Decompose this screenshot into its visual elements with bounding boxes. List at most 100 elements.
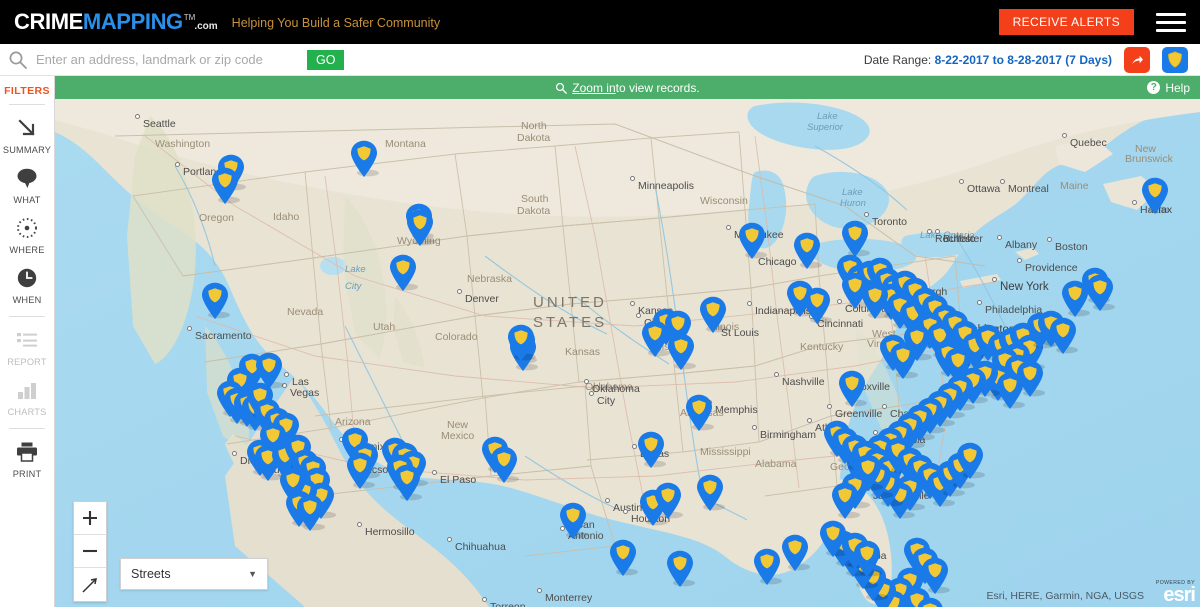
app-header: CRIME MAPPING TM .com Helping You Build a S… [0, 0, 1200, 44]
map-pin-marker[interactable] [792, 232, 822, 270]
map-pin-marker[interactable] [558, 502, 588, 540]
map-city-dot [807, 418, 812, 423]
sidebar-item-summary[interactable]: SUMMARY [0, 109, 55, 159]
basemap-selector[interactable]: Streets ▼ [120, 558, 268, 590]
map-pin-marker[interactable] [955, 442, 985, 480]
sidebar-item-charts[interactable]: CHARTS [0, 371, 55, 421]
map-city-dot [774, 372, 779, 377]
map-pin-marker[interactable] [665, 550, 695, 588]
map-city-dot [482, 597, 487, 602]
map-pin-marker[interactable] [852, 540, 882, 578]
share-button[interactable] [1124, 46, 1150, 73]
chevron-down-icon: ▼ [248, 569, 257, 579]
date-range-value[interactable]: 8-22-2017 to 8-28-2017 (7 Days) [935, 53, 1112, 67]
search-input[interactable] [36, 52, 306, 67]
hamburger-menu-icon[interactable] [1156, 12, 1186, 32]
map-pin-marker[interactable] [653, 482, 683, 520]
zoom-in-link[interactable]: Zoom in [572, 81, 615, 95]
esri-logo: POWERED BY esri [1156, 580, 1196, 605]
map-pin-marker[interactable] [1085, 274, 1115, 312]
plus-icon [83, 511, 97, 525]
map-pin-marker[interactable] [695, 474, 725, 512]
map-pin-marker[interactable] [405, 209, 435, 247]
map-pin-marker[interactable] [349, 140, 379, 178]
map-pin-marker[interactable] [210, 167, 240, 205]
map-city-dot [584, 379, 589, 384]
map-city-dot [284, 372, 289, 377]
sidebar-item-when[interactable]: WHEN [0, 259, 55, 309]
map-pin-marker[interactable] [698, 296, 728, 334]
sidebar-item-print[interactable]: PRINT [0, 433, 55, 483]
map-city-dot [589, 391, 594, 396]
map-pin-marker[interactable] [780, 534, 810, 572]
map-pin-marker[interactable] [830, 482, 860, 520]
map-pin-marker[interactable] [802, 287, 832, 325]
map-viewport[interactable]: Seattle Washington Portland Oregon Idaho Mont… [55, 76, 1200, 607]
map-city-dot [827, 404, 832, 409]
logo-mapping-text: MAPPING [82, 9, 183, 34]
sidebar-label-report: REPORT [7, 357, 47, 367]
map-pin-marker[interactable] [636, 431, 666, 469]
zoom-in-button[interactable] [74, 502, 106, 535]
map-locate-button[interactable] [74, 568, 106, 601]
date-range-label: Date Range: [863, 52, 932, 67]
map-pin-marker[interactable] [1140, 177, 1170, 215]
target-dotted-circle-icon [15, 215, 39, 241]
speech-bubble-icon [15, 165, 39, 191]
share-arrow-icon [1132, 55, 1143, 64]
map-city-dot [636, 313, 641, 318]
map-pin-marker[interactable] [388, 254, 418, 292]
sidebar-item-what[interactable]: WHAT [0, 159, 55, 209]
printer-icon [15, 439, 39, 465]
map-zoom-controls [73, 501, 107, 602]
sidebar-divider-top [9, 104, 45, 105]
map-pin-marker[interactable] [888, 342, 918, 380]
map-pin-marker[interactable] [837, 370, 867, 408]
map-pin-marker[interactable] [752, 548, 782, 586]
locate-arrow-icon [82, 577, 97, 593]
map-pin-marker[interactable] [737, 222, 767, 260]
map-pin-marker[interactable] [489, 446, 519, 484]
map-pin-marker[interactable] [666, 333, 696, 371]
map-pin-marker[interactable] [684, 394, 714, 432]
map-pin-marker[interactable] [840, 220, 870, 258]
map-pin-marker[interactable] [1048, 317, 1078, 355]
alerts-badge-button[interactable] [1162, 46, 1188, 73]
map-city-dot [175, 162, 180, 167]
site-logo[interactable]: CRIME MAPPING TM .com [14, 9, 218, 35]
help-button[interactable]: ? Help [1147, 76, 1190, 99]
sidebar-item-where[interactable]: WHERE [0, 209, 55, 259]
sidebar-label-what: WHAT [13, 195, 41, 205]
map-pin-marker[interactable] [915, 597, 945, 607]
map-attribution: Esri, HERE, Garmin, NGA, USGS [986, 590, 1144, 602]
map-pin-marker[interactable] [506, 324, 536, 362]
zoom-in-notice-banner: Zoom in to view records. ? Help [55, 76, 1200, 99]
crimemapping-app: CRIME MAPPING TM .com Helping You Build a S… [0, 0, 1200, 607]
map-pin-marker[interactable] [392, 464, 422, 502]
sidebar-divider-mid [9, 316, 45, 317]
map-city-dot [726, 225, 731, 230]
sidebar-label-summary: SUMMARY [2, 145, 52, 155]
search-go-button[interactable]: GO [307, 49, 345, 70]
zoom-out-button[interactable] [74, 535, 106, 568]
sidebar-divider-bottom [9, 428, 45, 429]
map-city-dot [935, 229, 940, 234]
basemap-selected-value: Streets [131, 567, 171, 581]
map-city-dot [1017, 258, 1022, 263]
map-city-dot [630, 301, 635, 306]
map-city-dot [1062, 133, 1067, 138]
search-bar: GO Date Range: 8-22-2017 to 8-28-2017 (7… [0, 44, 1200, 76]
map-pin-marker[interactable] [295, 494, 325, 532]
map-city-dot [605, 498, 610, 503]
sidebar-item-report[interactable]: REPORT [0, 321, 55, 371]
map-pin-marker[interactable] [200, 282, 230, 320]
map-city-dot [747, 301, 752, 306]
map-pin-marker[interactable] [345, 452, 375, 490]
minus-icon [83, 549, 97, 553]
receive-alerts-button[interactable]: RECEIVE ALERTS [998, 9, 1134, 35]
filters-title: FILTERS [4, 85, 50, 97]
map-pin-marker[interactable] [608, 539, 638, 577]
sidebar-label-charts: CHARTS [7, 407, 47, 417]
sidebar-label-print: PRINT [12, 469, 42, 479]
map-city-dot [882, 404, 887, 409]
